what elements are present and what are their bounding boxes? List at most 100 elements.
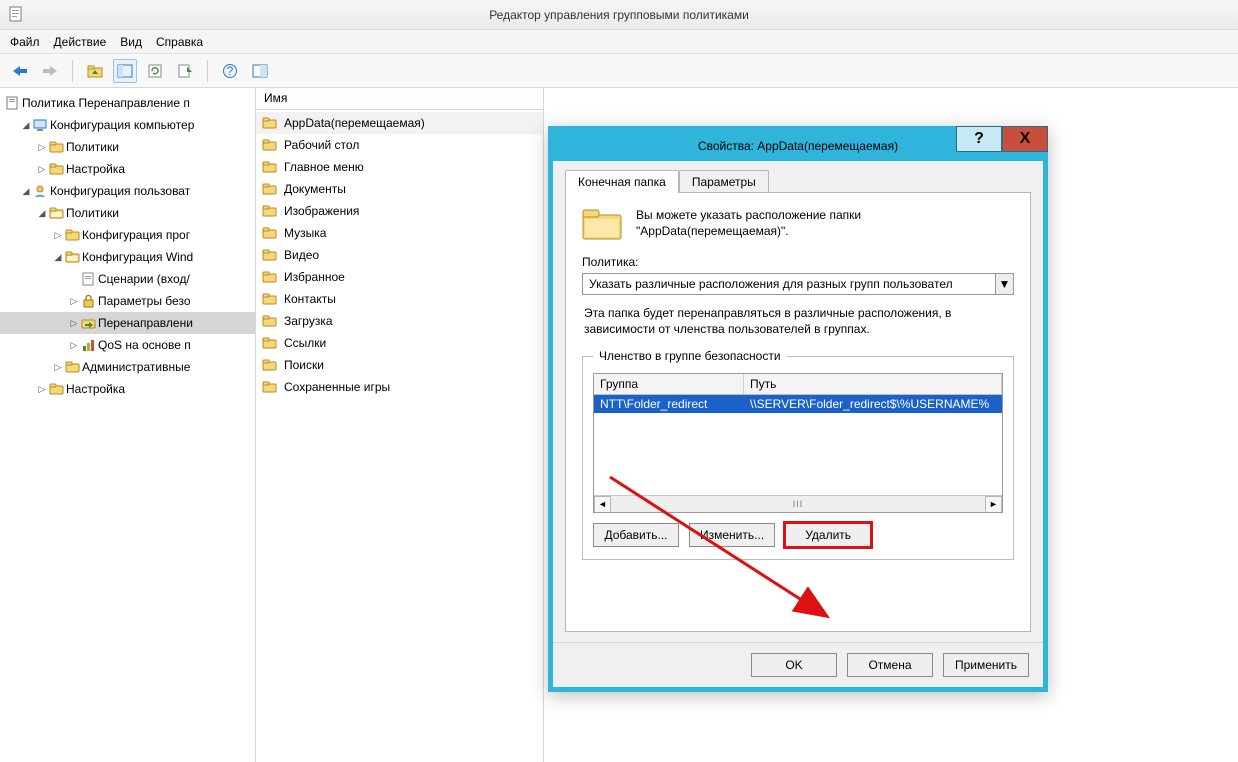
group-table-row[interactable]: NTT\Folder_redirect \\SERVER\Folder_redi… <box>594 395 1002 413</box>
nav-forward-button[interactable] <box>38 59 62 83</box>
cell-group: NTT\Folder_redirect <box>594 395 744 413</box>
expand-toggle-icon[interactable]: ▷ <box>36 384 48 395</box>
refresh-button[interactable] <box>143 59 167 83</box>
folder-icon <box>48 162 66 176</box>
help-button[interactable]: ? <box>218 59 242 83</box>
expand-toggle-icon[interactable]: ▷ <box>52 362 64 373</box>
toolbar-separator <box>207 60 208 82</box>
list-item-label: Сохраненные игры <box>284 380 390 394</box>
tree-item[interactable]: ◢Политики <box>0 202 255 224</box>
scroll-right-icon[interactable]: ► <box>985 496 1002 513</box>
scroll-left-icon[interactable]: ◄ <box>594 496 611 513</box>
menu-help[interactable]: Справка <box>156 35 203 49</box>
fieldset-legend: Членство в группе безопасности <box>593 349 787 363</box>
expand-toggle-icon[interactable]: ◢ <box>20 120 32 131</box>
menu-view[interactable]: Вид <box>120 35 142 49</box>
tab-settings[interactable]: Параметры <box>679 170 769 193</box>
list-item[interactable]: Рабочий стол <box>256 134 543 156</box>
computer-icon <box>32 118 50 132</box>
list-item[interactable]: Контакты <box>256 288 543 310</box>
list-item[interactable]: Музыка <box>256 222 543 244</box>
show-console-button[interactable] <box>248 59 272 83</box>
up-folder-button[interactable] <box>83 59 107 83</box>
expand-toggle-icon[interactable]: ▷ <box>68 318 80 329</box>
tree-item[interactable]: ▷Параметры безо <box>0 290 255 312</box>
tree-item[interactable]: ▷Политики <box>0 136 255 158</box>
group-membership-table[interactable]: Группа Путь NTT\Folder_redirect \\SERVER… <box>593 373 1003 513</box>
tree-item[interactable]: ▷ Конфигурация прог <box>0 224 255 246</box>
expand-toggle-icon[interactable]: ▷ <box>68 340 80 351</box>
policy-tree[interactable]: Политика Перенаправление п ◢Конфигурация… <box>0 92 255 400</box>
app-icon <box>8 6 24 22</box>
tree-item-label: Конфигурация прог <box>82 228 190 242</box>
tree-item-label: QoS на основе п <box>98 338 191 352</box>
nav-back-button[interactable] <box>8 59 32 83</box>
tree-item[interactable]: ▷ Административные <box>0 356 255 378</box>
qos-icon <box>80 338 98 352</box>
tree-root-label: Политика Перенаправление п <box>22 96 190 110</box>
user-icon <box>32 184 50 198</box>
folder-icon <box>262 314 278 328</box>
tree-item-label: Административные <box>82 360 190 374</box>
list-item[interactable]: Видео <box>256 244 543 266</box>
list-item[interactable]: Главное меню <box>256 156 543 178</box>
tree-item[interactable]: Сценарии (вход/ <box>0 268 255 290</box>
tree-item-label: Конфигурация Wind <box>82 250 193 264</box>
col-group[interactable]: Группа <box>594 374 744 394</box>
policy-label: Политика: <box>582 255 1014 269</box>
dialog-close-button[interactable]: X <box>1002 126 1048 152</box>
add-button[interactable]: Добавить... <box>593 523 679 547</box>
tree-item[interactable]: ◢Конфигурация компьютер <box>0 114 255 136</box>
tree-item[interactable]: ◢ Конфигурация Wind <box>0 246 255 268</box>
tree-item[interactable]: ▷ QoS на основе п <box>0 334 255 356</box>
tree-root[interactable]: Политика Перенаправление п <box>0 92 255 114</box>
dialog-titlebar[interactable]: Свойства: AppData(перемещаемая) ? X <box>553 131 1043 161</box>
expand-toggle-icon[interactable]: ◢ <box>52 252 64 263</box>
expand-toggle-icon[interactable]: ◢ <box>20 186 32 197</box>
chevron-down-icon[interactable]: ▼ <box>995 274 1013 294</box>
show-hide-tree-button[interactable] <box>113 59 137 83</box>
dialog-help-button[interactable]: ? <box>956 126 1002 152</box>
list-item[interactable]: Избранное <box>256 266 543 288</box>
policy-combo-input[interactable] <box>583 274 995 294</box>
menu-action[interactable]: Действие <box>54 35 107 49</box>
list-item[interactable]: Сохраненные игры <box>256 376 543 398</box>
folder-open-icon <box>64 250 82 264</box>
policy-combo[interactable]: ▼ <box>582 273 1014 295</box>
list-item[interactable]: Ссылки <box>256 332 543 354</box>
export-list-button[interactable] <box>173 59 197 83</box>
list-pane[interactable]: Имя AppData(перемещаемая) Рабочий стол Гла… <box>256 88 544 762</box>
group-table-header[interactable]: Группа Путь <box>594 374 1002 395</box>
list-item[interactable]: Документы <box>256 178 543 200</box>
tree-item[interactable]: ◢Конфигурация пользоват <box>0 180 255 202</box>
expand-toggle-icon[interactable]: ◢ <box>36 208 48 219</box>
list-item-label: AppData(перемещаемая) <box>284 116 425 130</box>
list-header[interactable]: Имя <box>256 88 543 110</box>
expand-toggle-icon[interactable]: ▷ <box>36 142 48 153</box>
list-item-label: Загрузка <box>284 314 333 328</box>
list-item[interactable]: Поиски <box>256 354 543 376</box>
apply-button[interactable]: Применить <box>943 653 1029 677</box>
list-item-label: Рабочий стол <box>284 138 359 152</box>
expand-toggle-icon[interactable]: ▷ <box>68 296 80 307</box>
horizontal-scrollbar[interactable]: ◄ III ► <box>594 495 1002 512</box>
col-path[interactable]: Путь <box>744 374 1002 394</box>
tree-item[interactable]: ▷Перенаправлени <box>0 312 255 334</box>
folder-list[interactable]: AppData(перемещаемая) Рабочий стол Главное… <box>256 110 543 400</box>
tab-target-folder[interactable]: Конечная папка <box>565 170 679 193</box>
list-item[interactable]: Загрузка <box>256 310 543 332</box>
list-item[interactable]: Изображения <box>256 200 543 222</box>
delete-button[interactable]: Удалить <box>785 523 871 547</box>
menu-file[interactable]: Файл <box>10 35 40 49</box>
expand-toggle-icon[interactable]: ▷ <box>52 230 64 241</box>
tree-item[interactable]: ▷Настройка <box>0 158 255 180</box>
ok-button[interactable]: OK <box>751 653 837 677</box>
tree-pane[interactable]: Политика Перенаправление п ◢Конфигурация… <box>0 88 256 762</box>
tree-item[interactable]: ▷Настройка <box>0 378 255 400</box>
list-item[interactable]: AppData(перемещаемая) <box>256 112 543 134</box>
intro-text: Вы можете указать расположение папки "Ap… <box>636 207 1014 239</box>
cancel-button[interactable]: Отмена <box>847 653 933 677</box>
edit-button[interactable]: Изменить... <box>689 523 775 547</box>
expand-toggle-icon[interactable]: ▷ <box>36 164 48 175</box>
scroll-track[interactable]: III <box>611 499 985 509</box>
